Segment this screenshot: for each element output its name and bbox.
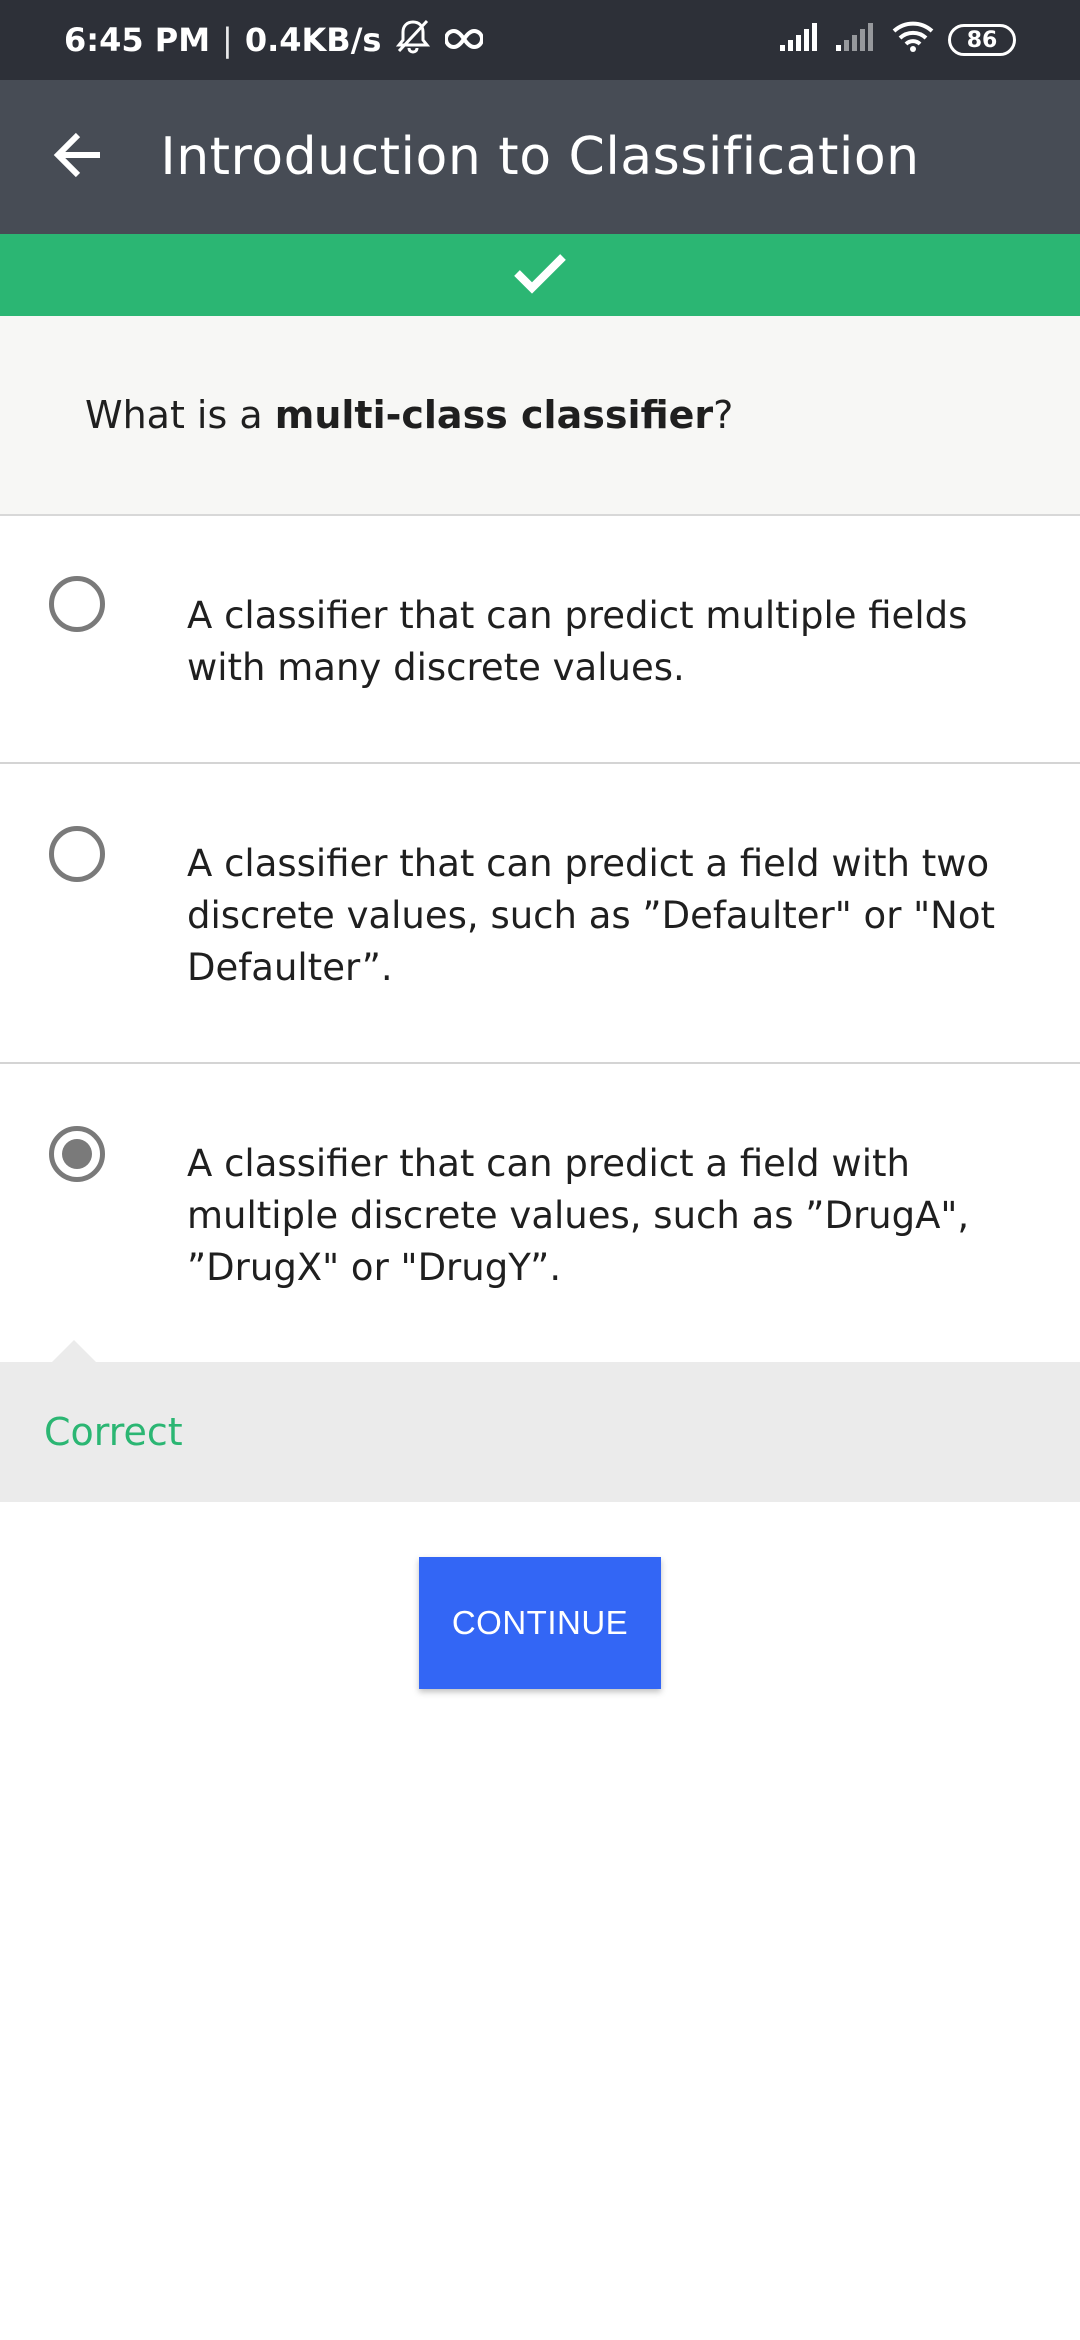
mute-icon [393,18,433,62]
question-suffix: ? [713,393,734,437]
signal-icon [780,21,822,59]
radio-button-selected[interactable] [49,1126,105,1182]
status-bar: 6:45 PM | 0.4KB/s 86 [0,0,1080,80]
status-time: 6:45 PM [64,21,211,59]
option-text: A classifier that can predict multiple f… [187,594,968,689]
wifi-icon [892,20,934,60]
back-button[interactable] [26,105,130,209]
infinity-icon [444,21,485,59]
option-text: A classifier that can predict a field wi… [187,842,996,989]
status-right: 86 [780,20,1016,60]
battery-indicator: 86 [948,24,1016,56]
checkmark-icon [513,251,567,300]
result-banner [0,234,1080,316]
network-speed: 0.4KB/s [244,21,382,59]
answer-option-1[interactable]: A classifier that can predict multiple f… [0,518,1080,764]
page-title: Introduction to Classification [160,127,920,187]
radio-button[interactable] [49,826,105,882]
question-emphasis: multi-class classifier [274,393,714,437]
question-prefix: What is a [85,393,275,437]
status-separator: | [222,21,233,59]
answer-option-2[interactable]: A classifier that can predict a field wi… [0,764,1080,1064]
continue-button[interactable]: CONTINUE [419,1557,661,1689]
status-left: 6:45 PM | 0.4KB/s [64,18,485,62]
app-bar: Introduction to Classification [0,80,1080,234]
arrow-left-icon [52,131,104,184]
question: What is a multi-class classifier? [0,316,1080,516]
feedback-panel: Correct [0,1340,1080,1502]
option-text: A classifier that can predict a field wi… [187,1142,970,1289]
feedback-pointer [52,1340,96,1362]
feedback-label: Correct [44,1410,183,1454]
signal-weak-icon [836,21,878,59]
radio-button[interactable] [49,576,105,632]
radio-dot [62,1139,92,1169]
answer-option-3[interactable]: A classifier that can predict a field wi… [0,1064,1080,1362]
